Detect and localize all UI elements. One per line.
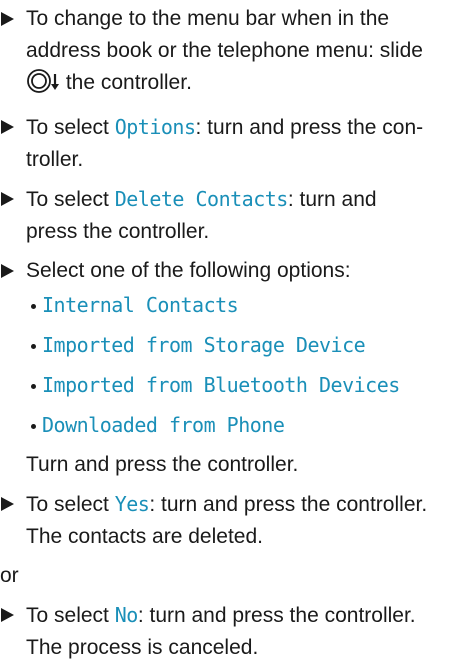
option-list-item: Imported from Bluetooth Devices — [26, 369, 464, 402]
step-text: To select — [26, 604, 115, 627]
step-select-no: To select No: turn and press the control… — [0, 599, 464, 664]
menu-option-delete-contacts: Delete Contacts — [114, 187, 289, 211]
step-text-line: press the controller. — [26, 220, 210, 243]
option-list-item: Internal Contacts — [26, 289, 464, 322]
step-select-yes: To select Yes: turn and press the contro… — [0, 488, 464, 553]
menu-option-imported-bluetooth: Imported from Bluetooth Devices — [42, 373, 400, 397]
step-select-options: To select Options: turn and press the co… — [0, 111, 464, 176]
option-list-item: Imported from Storage Device — [26, 329, 464, 362]
step-triangle-icon — [1, 608, 14, 622]
step-text: : turn and press the con- — [195, 116, 424, 139]
controller-slide-down-icon — [26, 68, 60, 104]
menu-option-no: No — [114, 603, 139, 627]
step-triangle-icon — [1, 12, 14, 26]
menu-option-yes: Yes — [114, 492, 150, 516]
step-text: To select — [26, 493, 115, 516]
option-list: Internal Contacts Imported from Storage … — [26, 289, 464, 442]
step-text: : turn and press the controller. — [149, 493, 428, 516]
step-text: To select — [26, 116, 115, 139]
menu-option-internal-contacts: Internal Contacts — [42, 293, 239, 317]
step-text-line: The process is canceled. — [26, 636, 259, 659]
step-text-line: To change to the menu bar when in the — [26, 7, 390, 30]
step-text-line: To select No: turn and press the control… — [26, 599, 464, 632]
step-triangle-icon — [1, 264, 14, 278]
menu-option-options: Options — [114, 115, 196, 139]
step-text: : turn and press the controller. — [137, 604, 416, 627]
step-text-line: Select one of the following options: — [26, 259, 351, 282]
step-text-line: To select Options: turn and press the co… — [26, 111, 464, 144]
menu-option-downloaded-phone: Downloaded from Phone — [42, 413, 285, 437]
step-text-line: the controller. — [26, 67, 464, 104]
step-select-delete-contacts: To select Delete Contacts: turn and pres… — [0, 183, 464, 248]
step-text-line: troller. — [26, 148, 84, 171]
step-text-line: Turn and press the controller. — [26, 453, 299, 476]
step-triangle-icon — [1, 120, 14, 134]
step-text: : turn and — [287, 188, 377, 211]
menu-option-imported-storage: Imported from Storage Device — [42, 333, 366, 357]
step-change-to-menu-bar: To change to the menu bar when in the ad… — [0, 3, 464, 104]
step-text: To select — [26, 188, 115, 211]
or-separator: or — [0, 564, 19, 587]
step-triangle-icon — [1, 497, 14, 511]
step-text-line: address book or the telephone menu: slid… — [26, 39, 423, 62]
step-text-line: To select Yes: turn and press the contro… — [26, 488, 464, 521]
step-text: the controller. — [60, 71, 192, 94]
step-select-option: Select one of the following options: Int… — [0, 255, 464, 481]
step-text-line: The contacts are deleted. — [26, 525, 263, 548]
instruction-page: To change to the menu bar when in the ad… — [0, 0, 464, 659]
step-text-line: To select Delete Contacts: turn and — [26, 183, 464, 216]
option-list-item: Downloaded from Phone — [26, 409, 464, 442]
step-triangle-icon — [1, 192, 14, 206]
